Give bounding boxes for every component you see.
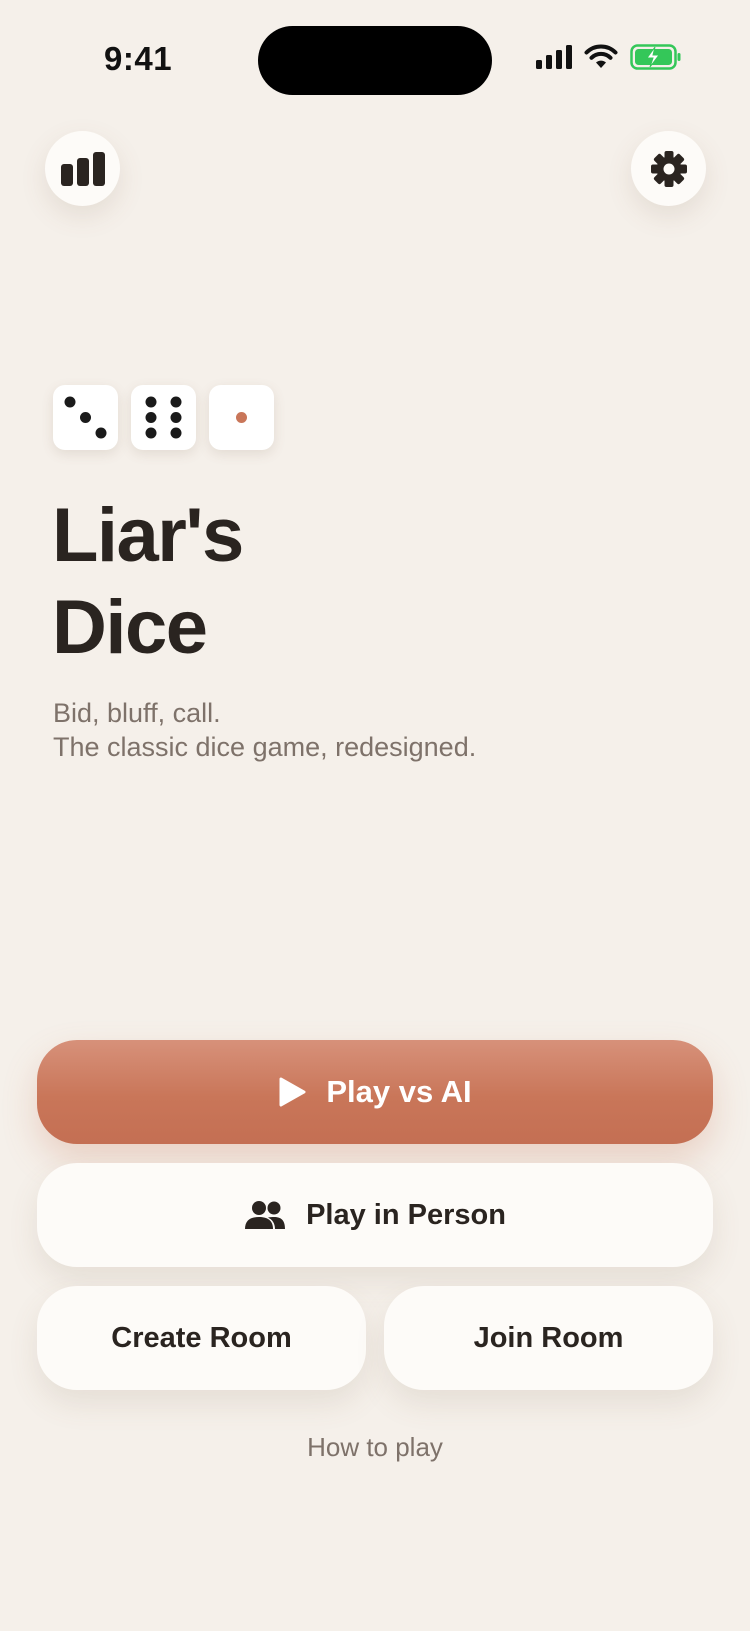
how-to-play-link[interactable]: How to play (0, 1432, 750, 1463)
subtitle: Bid, bluff, call. The classic dice game,… (53, 696, 476, 764)
wifi-icon (584, 44, 618, 68)
play-in-person-button[interactable]: Play in Person (37, 1163, 713, 1267)
die-six-icon (131, 385, 196, 450)
join-room-button[interactable]: Join Room (384, 1286, 713, 1390)
create-room-button[interactable]: Create Room (37, 1286, 366, 1390)
subtitle-line-2: The classic dice game, redesigned. (53, 732, 477, 762)
battery-charging-icon (630, 44, 681, 70)
subtitle-line-1: Bid, bluff, call. (53, 698, 221, 728)
dice-row (53, 385, 274, 450)
create-room-label: Create Room (111, 1321, 292, 1354)
title-line-1: Liar's (52, 493, 244, 578)
status-icons (536, 44, 682, 70)
stats-button[interactable] (45, 131, 120, 206)
people-icon (244, 1200, 286, 1230)
status-time: 9:41 (104, 40, 173, 77)
play-icon (278, 1077, 306, 1107)
play-vs-ai-label: Play vs AI (326, 1074, 472, 1109)
settings-button[interactable] (631, 131, 706, 206)
cellular-signal-icon (536, 45, 572, 69)
dynamic-island (258, 26, 492, 95)
die-three-icon (53, 385, 118, 450)
gear-icon (650, 150, 687, 187)
play-vs-ai-button[interactable]: Play vs AI (37, 1040, 713, 1144)
die-one-icon (209, 385, 274, 450)
page-title: Liar's Dice (52, 490, 244, 674)
title-line-2: Dice (52, 585, 208, 670)
status-bar: 9:41 (0, 0, 750, 120)
how-to-play-label: How to play (307, 1432, 443, 1462)
play-in-person-label: Play in Person (306, 1198, 506, 1231)
join-room-label: Join Room (473, 1321, 624, 1354)
bar-chart-icon (60, 151, 105, 186)
